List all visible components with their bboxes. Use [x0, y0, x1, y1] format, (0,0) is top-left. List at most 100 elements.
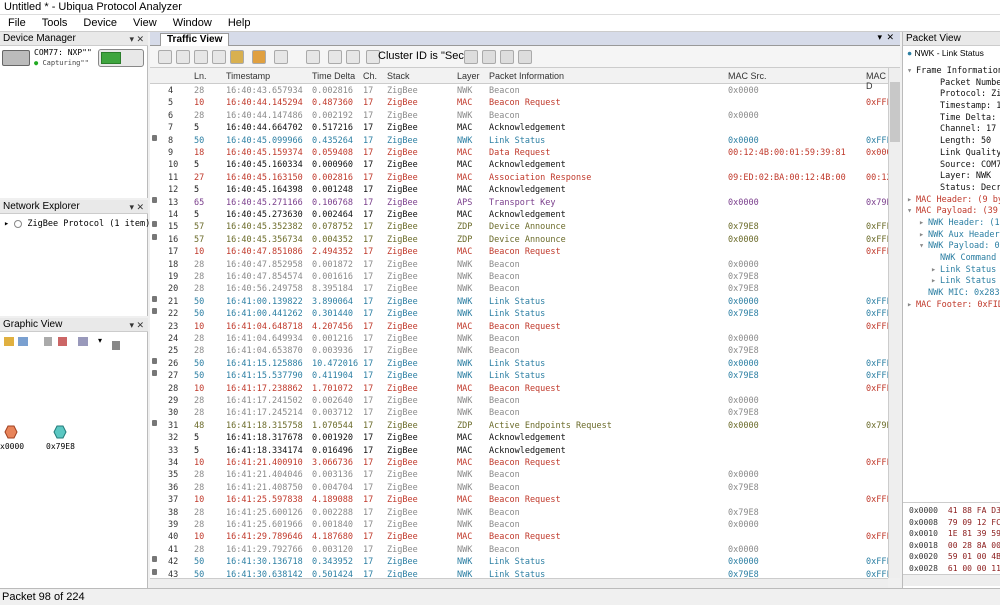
- menu-help[interactable]: Help: [220, 17, 259, 29]
- view-icon[interactable]: [158, 50, 172, 64]
- collapsed-icon[interactable]: ▸: [931, 276, 940, 288]
- open-icon[interactable]: [4, 337, 14, 346]
- table-row[interactable]: 25 28 16:41:04.653870 0.003936 17 ZigBee NWK Be…: [150, 345, 888, 357]
- table-row[interactable]: 5 10 16:40:44.145294 0.487360 17 ZigBee MAC Bea…: [150, 97, 888, 109]
- save-icon[interactable]: [212, 50, 226, 64]
- tree-node[interactable]: Protocol: ZigB: [903, 89, 1000, 101]
- expanded-icon[interactable]: ▾: [907, 206, 916, 218]
- filter-combo[interactable]: Cluster ID is "Secu ▾: [378, 50, 477, 62]
- tree-node[interactable]: NWK Command: [903, 253, 1000, 265]
- clear-icon[interactable]: [306, 50, 320, 64]
- table-row[interactable]: 42 50 16:41:30.136718 0.343952 17 ZigBee NWK Li…: [150, 556, 888, 568]
- col-stack[interactable]: Stack: [387, 71, 410, 81]
- stop-icon[interactable]: [274, 50, 288, 64]
- table-row[interactable]: 13 65 16:40:45.271166 0.106768 17 ZigBee APS Tr…: [150, 196, 888, 209]
- collapsed-icon[interactable]: ▸: [907, 195, 916, 207]
- plugin-icon[interactable]: [230, 50, 244, 64]
- table-row[interactable]: 6 28 16:40:44.147486 0.002192 17 ZigBee NWK Bea…: [150, 110, 888, 122]
- tree-node[interactable]: Layer: NWK: [903, 171, 1000, 183]
- table-row[interactable]: 30 28 16:41:17.245214 0.003712 17 ZigBee NWK Be…: [150, 407, 888, 419]
- hex-scrollbar[interactable]: [903, 574, 1000, 586]
- table-row[interactable]: 14 5 16:40:45.273630 0.002464 17 ZigBee MAC Ack…: [150, 209, 888, 221]
- table-row[interactable]: 37 10 16:41:25.597838 4.189088 17 ZigBee MAC Be…: [150, 494, 888, 506]
- expand-icon[interactable]: ▸: [4, 219, 9, 229]
- col-channel[interactable]: Ch.: [363, 71, 377, 81]
- columns-icon[interactable]: [176, 50, 190, 64]
- collapsed-icon[interactable]: ▸: [919, 218, 928, 230]
- table-row[interactable]: 39 28 16:41:25.601966 0.001840 17 ZigBee NWK Be…: [150, 519, 888, 531]
- tree-node[interactable]: Time Delta: 0.: [903, 113, 1000, 125]
- pointer-icon[interactable]: [44, 337, 52, 346]
- tree-item-zigbee[interactable]: ▸ ZigBee Protocol (1 item): [4, 219, 150, 229]
- tree-node[interactable]: NWK MIC: 0x283: [903, 288, 1000, 300]
- tree-node[interactable]: ▸ Link Status: [903, 276, 1000, 288]
- tab-traffic-view[interactable]: Traffic View: [160, 33, 230, 46]
- table-row[interactable]: 33 5 16:41:18.334174 0.016496 17 ZigBee MAC Ack…: [150, 445, 888, 457]
- tree-node[interactable]: ▾ MAC Payload: (39: [903, 206, 1000, 218]
- collapsed-icon[interactable]: ▸: [919, 230, 928, 242]
- tab-menu-icon[interactable]: ▾: [877, 32, 882, 43]
- tree-node[interactable]: Link Quality:: [903, 148, 1000, 160]
- col-timestamp[interactable]: Timestamp: [226, 71, 270, 81]
- table-row[interactable]: 7 5 16:40:44.664702 0.517216 17 ZigBee MAC Ackn…: [150, 122, 888, 134]
- pin-icon[interactable]: ▾ ✕: [129, 200, 144, 214]
- col-layer[interactable]: Layer: [457, 71, 480, 81]
- dropdown-icon[interactable]: ▾: [98, 336, 102, 345]
- export-icon[interactable]: [112, 341, 120, 350]
- tools-icon[interactable]: [252, 50, 266, 64]
- collapsed-icon[interactable]: ▸: [907, 300, 916, 312]
- filter-remove-icon[interactable]: [518, 50, 532, 64]
- tree-node[interactable]: ▸ NWK Aux Header: [903, 230, 1000, 242]
- capture-toggle[interactable]: [98, 49, 144, 67]
- table-row[interactable]: 20 28 16:40:56.249758 8.395184 17 ZigBee NWK Be…: [150, 283, 888, 295]
- tree-node[interactable]: ▸ NWK Header: (1: [903, 218, 1000, 230]
- table-row[interactable]: 12 5 16:40:45.164398 0.001248 17 ZigBee MAC Ack…: [150, 184, 888, 196]
- tree-node[interactable]: Source: COM77: [903, 160, 1000, 172]
- table-row[interactable]: 29 28 16:41:17.241502 0.002640 17 ZigBee NWK Be…: [150, 395, 888, 407]
- tree-node[interactable]: Length: 50: [903, 136, 1000, 148]
- table-row[interactable]: 16 57 16:40:45.356734 0.004352 17 ZigBee ZDP De…: [150, 233, 888, 246]
- tree-node[interactable]: ▾ Frame Information: [903, 66, 1000, 78]
- table-row[interactable]: 15 57 16:40:45.352382 0.078752 17 ZigBee ZDP De…: [150, 221, 888, 233]
- table-row[interactable]: 21 50 16:41:00.139822 3.890064 17 ZigBee NWK Li…: [150, 295, 888, 308]
- table-row[interactable]: 43 50 16:41:30.638142 0.501424 17 ZigBee NWK Li…: [150, 568, 888, 578]
- table-row[interactable]: 18 28 16:40:47.852958 0.001872 17 ZigBee NWK Be…: [150, 259, 888, 271]
- back-icon[interactable]: [328, 50, 342, 64]
- table-row[interactable]: 41 28 16:41:29.792766 0.003120 17 ZigBee NWK Be…: [150, 544, 888, 556]
- menu-window[interactable]: Window: [165, 17, 220, 29]
- table-row[interactable]: 31 48 16:41:18.315758 1.070544 17 ZigBee ZDP Ac…: [150, 419, 888, 432]
- device-row[interactable]: COM77: NXP"" ● Capturing"": [2, 46, 146, 72]
- table-row[interactable]: 4 28 16:40:43.657934 0.002816 17 ZigBee NWK Bea…: [150, 85, 888, 97]
- vertical-scrollbar[interactable]: [888, 68, 900, 578]
- expanded-icon[interactable]: ▾: [919, 241, 928, 253]
- menu-tools[interactable]: Tools: [34, 17, 76, 29]
- collapsed-icon[interactable]: ▸: [931, 265, 940, 277]
- table-row[interactable]: 27 50 16:41:15.537790 0.411904 17 ZigBee NWK Li…: [150, 370, 888, 382]
- forward-icon[interactable]: [346, 50, 360, 64]
- col-mac-src[interactable]: MAC Src.: [728, 71, 767, 81]
- table-row[interactable]: 28 10 16:41:17.238862 1.701072 17 ZigBee MAC Be…: [150, 383, 888, 395]
- col-time-delta[interactable]: Time Delta: [312, 71, 355, 81]
- table-row[interactable]: 11 27 16:40:45.163150 0.002816 17 ZigBee MAC As…: [150, 172, 888, 184]
- table-row[interactable]: 23 10 16:41:04.648718 4.207456 17 ZigBee MAC Be…: [150, 321, 888, 333]
- table-row[interactable]: 35 28 16:41:21.404046 0.003136 17 ZigBee NWK Be…: [150, 469, 888, 481]
- tree-node[interactable]: Packet Number:: [903, 78, 1000, 90]
- filter-add-icon[interactable]: [482, 50, 496, 64]
- table-row[interactable]: 36 28 16:41:21.408750 0.004704 17 ZigBee NWK Be…: [150, 482, 888, 494]
- layout-icon[interactable]: [18, 337, 28, 346]
- table-row[interactable]: 38 28 16:41:25.600126 0.002288 17 ZigBee NWK Be…: [150, 507, 888, 519]
- col-ln[interactable]: Ln.: [194, 71, 207, 81]
- menu-view[interactable]: View: [125, 17, 165, 29]
- table-row[interactable]: 17 10 16:40:47.851086 2.494352 17 ZigBee MAC Be…: [150, 246, 888, 258]
- tree-node[interactable]: Channel: 17: [903, 124, 1000, 136]
- table-row[interactable]: 19 28 16:40:47.854574 0.001616 17 ZigBee NWK Be…: [150, 271, 888, 283]
- filter-icon[interactable]: [464, 50, 478, 64]
- tree-node[interactable]: ▸ Link Status: [903, 265, 1000, 277]
- table-row[interactable]: 22 50 16:41:00.441262 0.301440 17 ZigBee NWK Li…: [150, 308, 888, 320]
- table-row[interactable]: 8 50 16:40:45.099966 0.435264 17 ZigBee NWK Lin…: [150, 134, 888, 147]
- table-row[interactable]: 26 50 16:41:15.125886 10.472016 17 ZigBee NWK L…: [150, 357, 888, 370]
- tree-node[interactable]: ▸ MAC Header: (9 by: [903, 195, 1000, 207]
- details-icon[interactable]: [194, 50, 208, 64]
- table-row[interactable]: 40 10 16:41:29.789646 4.187680 17 ZigBee MAC Be…: [150, 531, 888, 543]
- node-tool-icon[interactable]: [58, 337, 67, 346]
